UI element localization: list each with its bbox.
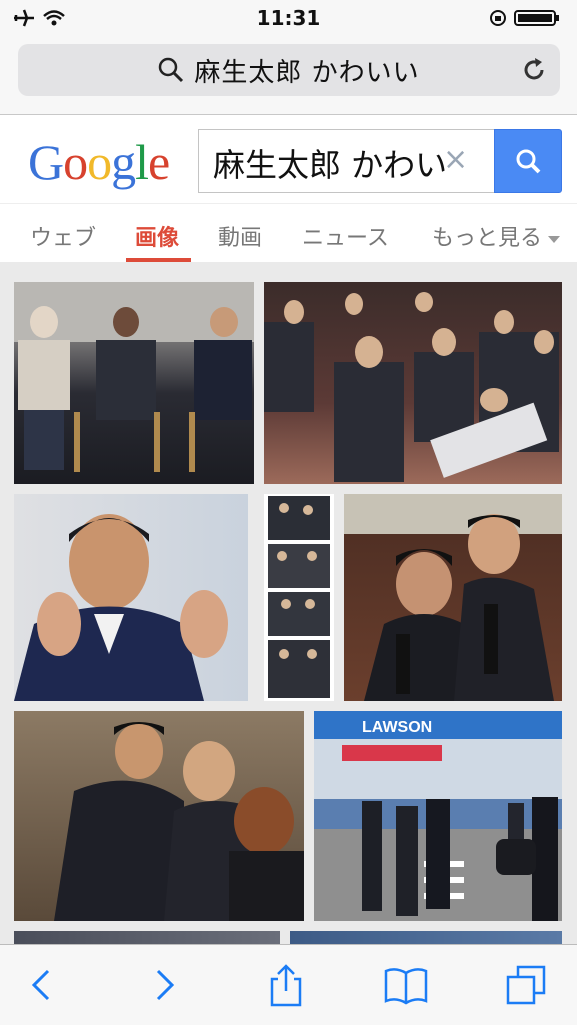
image-result[interactable] xyxy=(14,711,304,921)
image-result[interactable] xyxy=(264,494,334,701)
google-logo-letter: o xyxy=(87,134,112,190)
status-bar: 11:31 xyxy=(0,0,577,36)
search-icon xyxy=(159,57,184,83)
photo-men-bowing xyxy=(54,722,304,921)
photo-two-men-laughing xyxy=(344,494,562,701)
tab-more[interactable]: もっと見る xyxy=(432,220,561,252)
rotation-lock-battery-icons xyxy=(490,10,559,26)
image-result[interactable] xyxy=(14,282,254,484)
share-icon[interactable] xyxy=(264,963,308,1007)
tab-more-label: もっと見る xyxy=(432,226,543,251)
google-logo[interactable]: Google xyxy=(28,133,170,191)
image-result[interactable]: LAWSON xyxy=(314,711,562,921)
photo-people-seated xyxy=(14,282,254,472)
clear-icon[interactable]: × xyxy=(443,142,468,177)
photo-collage-strip xyxy=(268,496,330,698)
google-logo-letter: o xyxy=(63,134,88,190)
photo-man-waving xyxy=(14,514,228,701)
reload-icon[interactable] xyxy=(520,56,548,84)
google-logo-letter: e xyxy=(148,134,170,190)
address-text: 麻生太郎 かわいい xyxy=(194,57,420,88)
image-result[interactable] xyxy=(264,282,562,484)
google-logo-letter: l xyxy=(135,134,149,190)
forward-icon[interactable] xyxy=(142,963,186,1007)
image-result[interactable] xyxy=(344,494,562,701)
photo-convenience-store: LAWSON xyxy=(314,711,562,921)
back-icon[interactable] xyxy=(22,963,66,1007)
tab-videos[interactable]: 動画 xyxy=(218,220,262,252)
google-logo-letter: g xyxy=(111,134,136,190)
image-result[interactable] xyxy=(290,931,562,944)
google-header: Google 麻生太郎 かわい × xyxy=(0,115,577,203)
image-result[interactable] xyxy=(14,931,280,944)
search-button[interactable] xyxy=(494,129,562,193)
address-bar[interactable]: 麻生太郎 かわいい xyxy=(18,44,560,96)
browser-toolbar xyxy=(0,944,577,1025)
store-sign-text: LAWSON xyxy=(362,719,432,736)
image-results-grid: LAWSON xyxy=(0,262,577,944)
google-logo-letter: G xyxy=(28,134,64,190)
search-tabs: ウェブ 画像 動画 ニュース もっと見る xyxy=(0,203,577,263)
photo-parliament-laughing xyxy=(264,292,559,482)
search-icon xyxy=(516,149,541,174)
bookmarks-icon[interactable] xyxy=(384,963,428,1007)
tab-news[interactable]: ニュース xyxy=(302,220,389,252)
tabs-icon[interactable] xyxy=(504,963,548,1007)
search-input[interactable]: 麻生太郎 かわい × xyxy=(198,129,494,193)
image-result[interactable] xyxy=(14,494,248,701)
browser-top-bar: 麻生太郎 かわいい xyxy=(0,36,577,115)
search-input-value: 麻生太郎 かわい xyxy=(213,146,448,184)
tab-images[interactable]: 画像 xyxy=(135,220,179,252)
chevron-down-icon xyxy=(548,235,561,243)
tab-web[interactable]: ウェブ xyxy=(30,220,96,252)
status-right xyxy=(489,8,563,32)
